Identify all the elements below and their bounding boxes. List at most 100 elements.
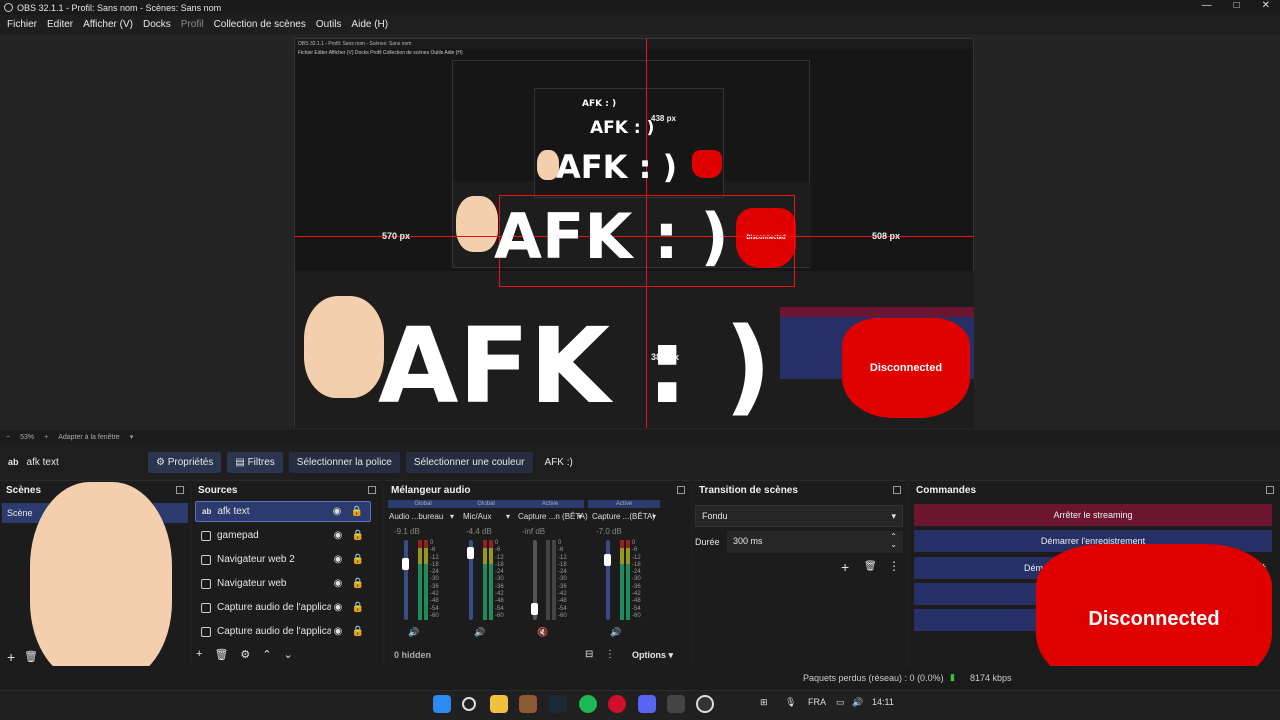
- mixer-tab-2[interactable]: Global: [452, 500, 520, 508]
- menu-editer[interactable]: Editer: [42, 19, 78, 30]
- lock-icon[interactable]: 🔒: [351, 626, 365, 637]
- dock-float-icon[interactable]: [893, 486, 901, 494]
- zoom-in-button[interactable]: +: [44, 434, 48, 441]
- mixer-tab-3[interactable]: Active: [516, 500, 584, 508]
- eye-icon[interactable]: ◉: [331, 578, 345, 589]
- menu-afficher[interactable]: Afficher (V): [78, 19, 138, 30]
- speaker-muted-icon[interactable]: 🔇: [537, 627, 548, 638]
- chevron-up-icon[interactable]: ⌃: [262, 648, 271, 661]
- lock-icon[interactable]: 🔒: [351, 602, 365, 613]
- dock-float-icon[interactable]: [677, 486, 685, 494]
- bitrate: 8174 kbps: [970, 673, 1012, 683]
- menu-aide[interactable]: Aide (H): [346, 19, 393, 30]
- steam-icon[interactable]: [549, 695, 567, 713]
- speaker-icon[interactable]: 🔊: [474, 627, 485, 638]
- hidden-count[interactable]: 0 hidden: [394, 650, 431, 660]
- volume-slider-capture-2[interactable]: [606, 540, 610, 620]
- channel-menu-icon[interactable]: ▾: [506, 512, 510, 521]
- zoom-out-button[interactable]: −: [6, 434, 10, 441]
- menu-docks[interactable]: Docks: [138, 19, 176, 30]
- volume-knob-capture-1[interactable]: [531, 603, 538, 615]
- clock[interactable]: 14:11: [872, 697, 894, 707]
- eye-icon[interactable]: ◉: [331, 626, 345, 637]
- trash-icon[interactable]: 🗑: [864, 561, 877, 572]
- source-item-afk-text[interactable]: ab afk text ◉ 🔒: [195, 501, 371, 522]
- lock-icon[interactable]: 🔒: [351, 554, 365, 565]
- spinner-icon[interactable]: ⌃ ⌄: [890, 533, 897, 549]
- select-font-button[interactable]: Sélectionner la police: [288, 451, 400, 473]
- preview-area[interactable]: OBS 32.1.1 - Profil: Sans nom - Scènes: …: [0, 34, 1280, 430]
- close-button[interactable]: ✕: [1262, 0, 1270, 11]
- filters-button[interactable]: ▤ Filtres: [227, 451, 283, 473]
- channel-menu-icon[interactable]: ▾: [578, 512, 582, 521]
- afk-text-selected[interactable]: AFK : ): [378, 314, 772, 418]
- lock-icon[interactable]: 🔒: [350, 506, 364, 517]
- mixer-tab-4[interactable]: Active: [588, 500, 660, 508]
- mixer-tab-1[interactable]: Global: [388, 500, 458, 508]
- trash-icon[interactable]: 🗑: [24, 650, 38, 663]
- volume-knob-capture-2[interactable]: [604, 554, 611, 566]
- dock-float-icon[interactable]: [176, 486, 184, 494]
- lock-icon[interactable]: 🔒: [351, 578, 365, 589]
- channel-db-capture-2: -7.0 dB: [596, 527, 622, 536]
- volume-knob-mic[interactable]: [467, 547, 474, 559]
- lock-icon[interactable]: 🔒: [351, 530, 365, 541]
- source-item-capture-audio-2[interactable]: Capture audio de l'applicatio ◉ 🔒: [195, 621, 371, 642]
- menu-profil[interactable]: Profil: [176, 19, 209, 30]
- add-transition-icon[interactable]: +: [841, 559, 849, 575]
- menu-outils[interactable]: Outils: [311, 19, 347, 30]
- speaker-icon[interactable]: 🔊: [408, 627, 419, 638]
- opera-icon[interactable]: [608, 695, 626, 713]
- volume-slider-desktop[interactable]: [404, 540, 408, 620]
- menu-fichier[interactable]: Fichier: [2, 19, 42, 30]
- source-item-navigateur-2[interactable]: Navigateur web 2 ◉ 🔒: [195, 549, 371, 570]
- volume-knob-desktop[interactable]: [402, 557, 409, 570]
- more-vertical-icon[interactable]: ⋮: [605, 649, 615, 660]
- layout-icon[interactable]: ⊟: [585, 649, 593, 660]
- minimize-button[interactable]: —: [1202, 0, 1212, 11]
- gear-icon[interactable]: ⚙: [240, 648, 250, 661]
- transition-select[interactable]: Fondu ▾: [695, 505, 903, 527]
- speaker-icon[interactable]: 🔊: [610, 627, 621, 638]
- select-color-button[interactable]: Sélectionner une couleur: [405, 451, 533, 473]
- stop-streaming-button[interactable]: Arrêter le streaming: [914, 504, 1272, 526]
- eye-icon[interactable]: ◉: [331, 602, 345, 613]
- dock-float-icon[interactable]: [368, 486, 376, 494]
- chevron-down-icon[interactable]: ▾: [130, 433, 134, 441]
- discord-icon[interactable]: [638, 695, 656, 713]
- properties-button[interactable]: ⚙ Propriétés: [148, 451, 222, 473]
- options-button[interactable]: Options ▾: [632, 650, 673, 661]
- microphone-icon[interactable]: 🎙: [785, 697, 796, 708]
- eye-icon[interactable]: ◉: [331, 530, 345, 541]
- volume-icon[interactable]: 🔊: [852, 697, 863, 708]
- language-indicator[interactable]: FRA: [808, 697, 826, 707]
- spotify-icon[interactable]: [579, 695, 597, 713]
- windows-start-icon[interactable]: [433, 695, 451, 713]
- obs-taskbar-icon[interactable]: [696, 695, 714, 713]
- file-explorer-icon[interactable]: [490, 695, 508, 713]
- source-item-gamepad[interactable]: gamepad ◉ 🔒: [195, 525, 371, 546]
- tray-overflow-icon[interactable]: ⊞: [760, 697, 768, 708]
- source-item-navigateur[interactable]: Navigateur web ◉ 🔒: [195, 573, 371, 594]
- more-vertical-icon[interactable]: ⋮: [888, 559, 900, 573]
- channel-menu-icon[interactable]: ▾: [450, 512, 454, 521]
- zoom-fit-select[interactable]: Adapter à la fenêtre: [58, 434, 120, 441]
- trash-icon[interactable]: 🗑: [214, 648, 228, 661]
- search-icon[interactable]: [462, 697, 476, 711]
- eye-icon[interactable]: ◉: [331, 554, 345, 565]
- display-icon[interactable]: ▭: [836, 697, 845, 708]
- add-scene-icon[interactable]: +: [7, 649, 15, 665]
- maximize-button[interactable]: □: [1234, 0, 1240, 11]
- menu-collection[interactable]: Collection de scènes: [209, 19, 311, 30]
- source-item-capture-audio-1[interactable]: Capture audio de l'applicatio ◉ 🔒: [195, 597, 371, 618]
- app-icon-2[interactable]: [667, 695, 685, 713]
- dock-float-icon[interactable]: [1266, 486, 1274, 494]
- app-icon[interactable]: [519, 695, 537, 713]
- commands-title: Commandes: [916, 485, 977, 496]
- eye-icon[interactable]: ◉: [330, 506, 344, 517]
- duration-input[interactable]: 300 ms ⌃ ⌄: [727, 531, 903, 553]
- text-value[interactable]: AFK :): [545, 457, 573, 468]
- channel-menu-icon[interactable]: ▾: [652, 512, 656, 521]
- add-source-icon[interactable]: +: [196, 648, 202, 661]
- chevron-down-icon[interactable]: ⌄: [284, 648, 293, 661]
